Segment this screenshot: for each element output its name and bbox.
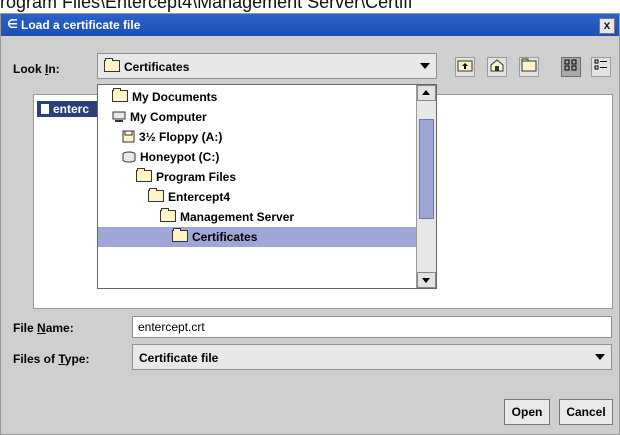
dialog-titlebar[interactable]: ∈ Load a certificate file x xyxy=(1,14,619,36)
computer-icon xyxy=(112,109,126,129)
cancel-button[interactable]: Cancel xyxy=(559,399,613,425)
dropdown-item-certificates[interactable]: Certificates xyxy=(98,227,416,247)
chevron-down-icon xyxy=(595,354,605,360)
list-view-icon xyxy=(564,59,577,71)
dropdown-item-program-files[interactable]: Program Files xyxy=(98,167,416,187)
file-name-field[interactable] xyxy=(132,316,612,338)
file-list-item[interactable]: enterc xyxy=(37,101,101,117)
scroll-thumb[interactable] xyxy=(419,119,434,219)
folder-icon xyxy=(136,168,152,182)
list-view-button[interactable] xyxy=(561,57,581,77)
scroll-up-button[interactable] xyxy=(417,85,436,101)
dropdown-item-floppy[interactable]: 3½ Floppy (A:) xyxy=(98,127,416,147)
folder-icon xyxy=(112,88,128,102)
dropdown-item-honeypot[interactable]: Honeypot (C:) xyxy=(98,147,416,167)
folder-icon xyxy=(104,58,120,72)
look-in-label: Look In: xyxy=(13,62,60,76)
look-in-dropdown[interactable]: My Documents My Computer 3½ Floppy (A:) … xyxy=(97,84,437,289)
open-button[interactable]: Open xyxy=(504,399,550,425)
background-path-text: rogram Files\Entercept4\Management Serve… xyxy=(0,0,620,13)
details-view-icon xyxy=(594,59,607,70)
home-button[interactable] xyxy=(487,57,507,77)
folder-icon xyxy=(160,208,176,222)
close-button[interactable]: x xyxy=(599,18,615,34)
dropdown-item-management-server[interactable]: Management Server xyxy=(98,207,416,227)
file-icon xyxy=(41,104,49,114)
new-folder-icon xyxy=(521,58,537,72)
file-type-value: Certificate file xyxy=(139,351,219,365)
floppy-icon xyxy=(122,129,135,149)
hard-drive-icon xyxy=(122,149,136,169)
look-in-value: Certificates xyxy=(124,60,190,74)
look-in-combo[interactable]: Certificates xyxy=(97,53,437,79)
file-item-label: enterc xyxy=(53,102,90,116)
dropdown-item-my-computer[interactable]: My Computer xyxy=(98,107,416,127)
up-folder-button[interactable] xyxy=(455,57,475,77)
new-folder-button[interactable] xyxy=(519,57,539,77)
dropdown-item-entercept4[interactable]: Entercept4 xyxy=(98,187,416,207)
file-type-label: Files of Type: xyxy=(13,352,90,366)
file-name-label: File Name: xyxy=(13,321,74,335)
dialog-title: Load a certificate file xyxy=(21,18,141,32)
java-app-icon: ∈ xyxy=(7,17,18,31)
chevron-down-icon xyxy=(420,63,430,69)
dropdown-item-my-documents[interactable]: My Documents xyxy=(98,87,416,107)
scroll-down-button[interactable] xyxy=(417,272,436,288)
folder-icon xyxy=(148,188,164,202)
file-type-combo[interactable]: Certificate file xyxy=(132,344,612,370)
up-folder-icon xyxy=(457,60,473,72)
home-icon xyxy=(490,59,504,72)
load-certificate-dialog: ∈ Load a certificate file x Look In: Cer… xyxy=(0,13,620,435)
details-view-button[interactable] xyxy=(591,57,611,77)
folder-icon xyxy=(172,228,188,242)
dropdown-scrollbar[interactable] xyxy=(416,85,436,288)
